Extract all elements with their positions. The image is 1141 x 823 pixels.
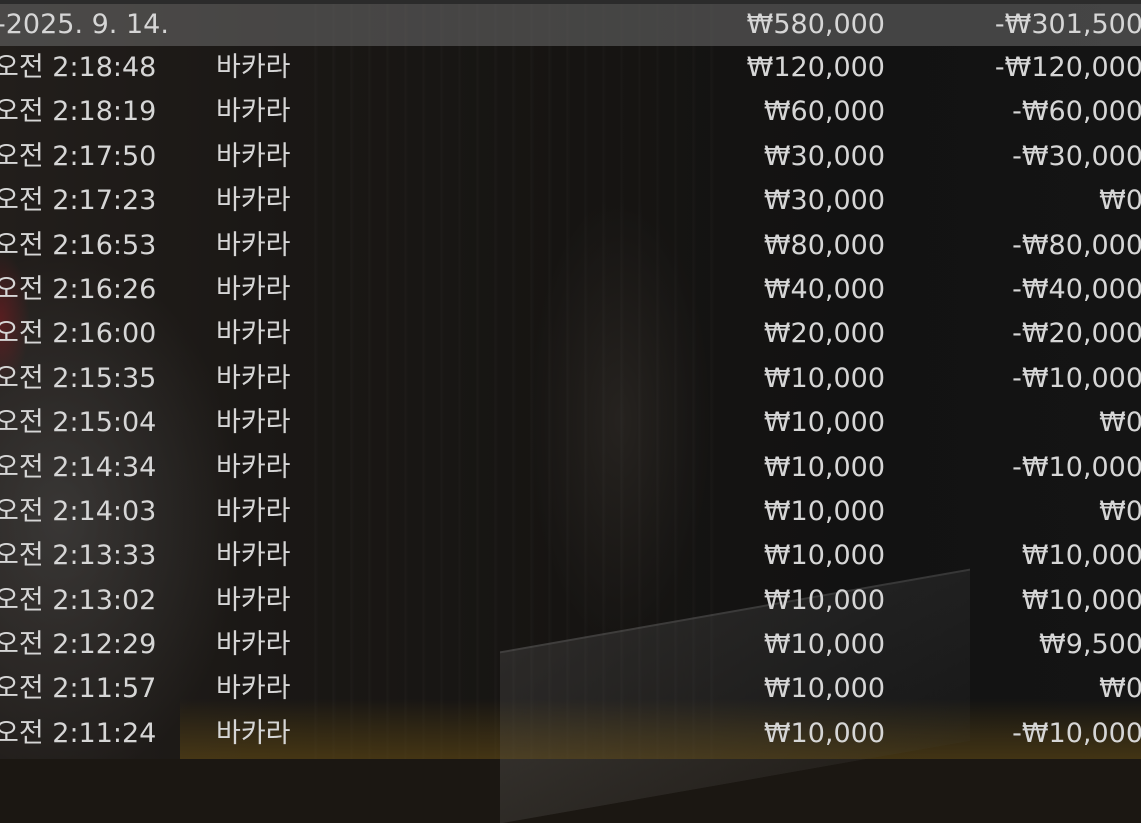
row-game: 바카라 [216,629,291,661]
row-time: 오전 2:18:48 [0,52,157,83]
row-game: 바카라 [216,407,291,439]
row-result-amount: ₩9,500 [1039,629,1141,661]
row-game: 바카라 [216,318,291,350]
history-row[interactable]: 오전 2:12:29 바카라 ₩10,000 ₩9,500 [0,623,1141,667]
row-result-amount: -₩60,000 [1012,96,1141,128]
row-result-amount: -₩80,000 [1012,229,1141,261]
row-time: 오전 2:16:53 [0,229,157,261]
row-time: 오전 2:14:03 [0,495,157,527]
history-row[interactable]: 오전 2:13:33 바카라 ₩10,000 ₩10,000 [0,534,1141,578]
row-bet-amount: ₩30,000 [763,185,885,217]
row-result-amount: -₩10,000 [1012,451,1141,483]
row-time: 오전 2:11:24 [0,717,157,749]
row-game: 바카라 [216,96,291,128]
row-result-amount: ₩0 [1099,673,1141,705]
row-bet-amount: ₩10,000 [763,629,885,661]
row-result-amount: ₩0 [1099,407,1141,439]
row-result-amount: -₩20,000 [1012,318,1141,350]
row-result-amount: -₩120,000 [994,52,1141,83]
row-game: 바카라 [216,185,291,217]
row-time: 오전 2:11:57 [0,673,157,705]
row-result-amount: ₩10,000 [1021,584,1141,616]
history-row[interactable]: 오전 2:17:23 바카라 ₩30,000 ₩0 [0,179,1141,223]
row-result-amount: ₩0 [1099,495,1141,527]
row-time: 오전 2:17:23 [0,185,157,217]
history-row[interactable]: 오전 2:11:24 바카라 ₩10,000 -₩10,000 [0,712,1141,756]
bet-history-list[interactable]: -2025. 9. 14. ₩580,000 -₩301,500 오전 2:18… [0,4,1141,756]
row-game: 바카라 [216,140,291,172]
history-row[interactable]: 오전 2:15:04 바카라 ₩10,000 ₩0 [0,401,1141,445]
summary-bet-total: ₩580,000 [746,9,885,40]
row-result-amount: -₩40,000 [1012,273,1141,305]
row-game: 바카라 [216,673,291,705]
row-bet-amount: ₩30,000 [763,140,885,172]
row-result-amount: -₩10,000 [1012,717,1141,749]
row-game: 바카라 [216,362,291,394]
history-row[interactable]: 오전 2:14:34 바카라 ₩10,000 -₩10,000 [0,446,1141,490]
row-game: 바카라 [216,451,291,483]
row-time: 오전 2:14:34 [0,451,157,483]
row-time: 오전 2:15:35 [0,362,157,394]
row-time: 오전 2:12:29 [0,629,157,661]
row-result-amount: -₩10,000 [1012,362,1141,394]
row-time: 오전 2:15:04 [0,407,157,439]
row-result-amount: ₩0 [1099,185,1141,217]
row-result-amount: ₩10,000 [1021,540,1141,572]
history-row[interactable]: 오전 2:11:57 바카라 ₩10,000 ₩0 [0,667,1141,711]
history-row[interactable]: 오전 2:15:35 바카라 ₩10,000 -₩10,000 [0,357,1141,401]
history-row[interactable]: 오전 2:13:02 바카라 ₩10,000 ₩10,000 [0,579,1141,623]
row-result-amount: -₩30,000 [1012,140,1141,172]
row-time: 오전 2:16:26 [0,273,157,305]
row-bet-amount: ₩10,000 [763,673,885,705]
summary-result-total: -₩301,500 [994,9,1141,40]
date-summary-row[interactable]: -2025. 9. 14. ₩580,000 -₩301,500 [0,4,1141,46]
row-time: 오전 2:17:50 [0,140,157,172]
row-bet-amount: ₩120,000 [746,52,885,83]
history-row[interactable]: 오전 2:18:19 바카라 ₩60,000 -₩60,000 [0,90,1141,134]
row-game: 바카라 [216,584,291,616]
history-row[interactable]: 오전 2:16:00 바카라 ₩20,000 -₩20,000 [0,312,1141,356]
row-bet-amount: ₩10,000 [763,495,885,527]
history-row[interactable]: 오전 2:16:26 바카라 ₩40,000 -₩40,000 [0,268,1141,312]
row-game: 바카라 [216,717,291,749]
row-game: 바카라 [216,495,291,527]
row-bet-amount: ₩60,000 [763,96,885,128]
row-time: 오전 2:13:02 [0,584,157,616]
row-game: 바카라 [216,540,291,572]
row-time: 오전 2:13:33 [0,540,157,572]
row-game: 바카라 [216,52,291,83]
summary-date: -2025. 9. 14. [0,9,169,40]
row-bet-amount: ₩10,000 [763,584,885,616]
row-bet-amount: ₩10,000 [763,717,885,749]
row-bet-amount: ₩10,000 [763,362,885,394]
row-time: 오전 2:18:19 [0,96,157,128]
row-bet-amount: ₩40,000 [763,273,885,305]
row-bet-amount: ₩10,000 [763,407,885,439]
row-time: 오전 2:16:00 [0,318,157,350]
history-row[interactable]: 오전 2:18:48 바카라 ₩120,000 -₩120,000 [0,46,1141,90]
history-row[interactable]: 오전 2:16:53 바카라 ₩80,000 -₩80,000 [0,224,1141,268]
row-bet-amount: ₩10,000 [763,451,885,483]
history-row[interactable]: 오전 2:17:50 바카라 ₩30,000 -₩30,000 [0,135,1141,179]
history-row[interactable]: 오전 2:14:03 바카라 ₩10,000 ₩0 [0,490,1141,534]
row-game: 바카라 [216,273,291,305]
row-game: 바카라 [216,229,291,261]
row-bet-amount: ₩10,000 [763,540,885,572]
row-bet-amount: ₩20,000 [763,318,885,350]
row-bet-amount: ₩80,000 [763,229,885,261]
